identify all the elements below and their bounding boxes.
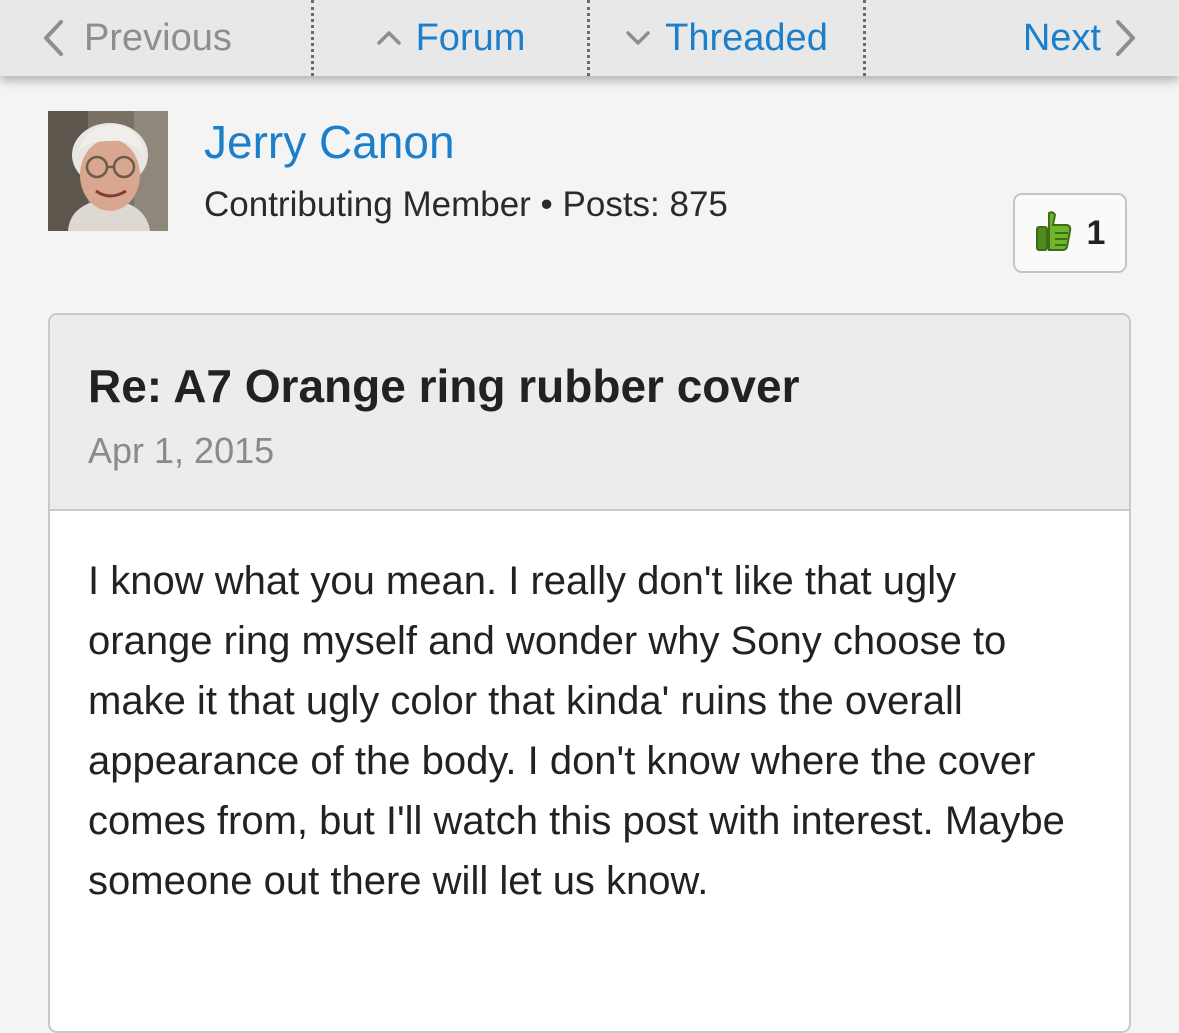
chevron-down-icon bbox=[625, 30, 651, 46]
thread-navigation-bar: Previous Forum Threaded Next bbox=[0, 0, 1179, 76]
like-count: 1 bbox=[1086, 213, 1106, 252]
like-button[interactable]: 1 bbox=[1013, 193, 1127, 273]
author-name[interactable]: Jerry Canon bbox=[204, 115, 455, 169]
post-date: Apr 1, 2015 bbox=[88, 430, 275, 471]
next-button[interactable]: Next bbox=[866, 0, 1179, 76]
previous-button[interactable]: Previous bbox=[0, 0, 314, 76]
threaded-button[interactable]: Threaded bbox=[590, 0, 866, 76]
forum-button[interactable]: Forum bbox=[314, 0, 590, 76]
post-title: Re: A7 Orange ring rubber cover bbox=[88, 360, 800, 412]
previous-label: Previous bbox=[84, 16, 232, 59]
next-label: Next bbox=[1022, 16, 1101, 59]
post-card: Re: A7 Orange ring rubber cover Apr 1, 2… bbox=[48, 313, 1131, 1033]
chevron-up-icon bbox=[376, 30, 402, 46]
thumbs-up-icon bbox=[1035, 209, 1073, 258]
forum-label: Forum bbox=[415, 16, 526, 59]
post-body: I know what you mean. I really don't lik… bbox=[88, 559, 1065, 903]
chevron-right-icon bbox=[1115, 19, 1137, 57]
post-header: Re: A7 Orange ring rubber cover Apr 1, 2… bbox=[50, 315, 1129, 511]
threaded-label: Threaded bbox=[665, 16, 828, 59]
chevron-left-icon bbox=[42, 19, 64, 57]
author-meta: Contributing Member • Posts: 875 bbox=[204, 185, 728, 224]
author-avatar[interactable] bbox=[48, 111, 168, 231]
